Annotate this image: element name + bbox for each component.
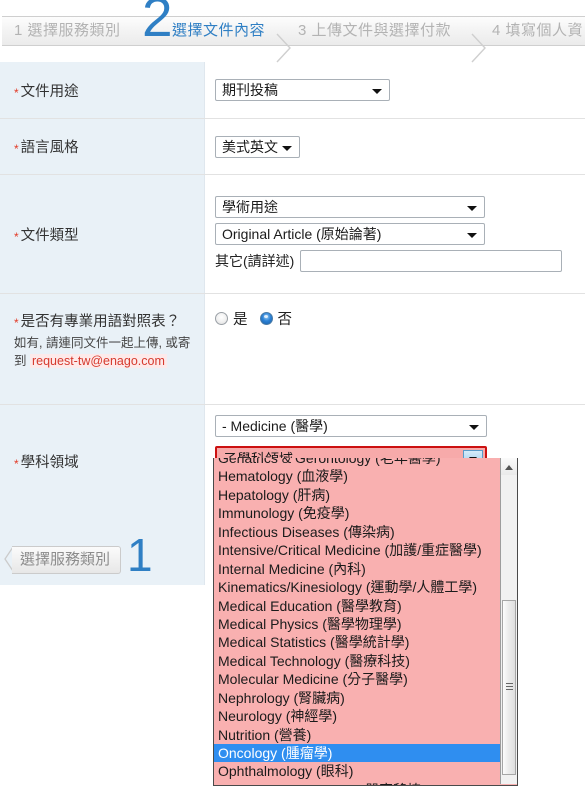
step-bar-track: 1 選擇服務類別 選擇文件內容 3 上傳文件與選擇付款 4 填寫個人資 [2,16,585,63]
required-asterisk-doc-type: * [14,229,19,244]
glossary-radio-yes-label: 是 [233,312,248,328]
step-1-number: 1 [14,22,23,39]
step-4-number: 4 [492,22,501,39]
label-glossary-text: 是否有專業用語對照表？ [20,314,181,330]
back-to-step-1-label: 選擇服務類別 [12,546,122,574]
dropdown-option[interactable]: Internal Medicine (內科) [214,560,502,578]
dropdown-option[interactable]: Neurology (神經學) [214,707,502,725]
step-2-number: 2 [142,0,173,48]
scrollbar-thumb[interactable] [502,600,516,775]
dropdown-option[interactable]: Medical Education (醫學教育) [214,597,502,615]
scroll-up-arrow-icon[interactable] [501,458,517,475]
dropdown-option[interactable]: Organ Transplantation (器官移植) [214,781,502,785]
glossary-radio-no-label: 否 [277,312,293,328]
step-4-label: 填寫個人資 [505,22,584,39]
glossary-email-link[interactable]: request-tw@enago.com [29,354,167,368]
form-row-glossary: * 是否有專業用語對照表？ 如有, 請連同文件一起上傳, 或寄 到 request… [0,294,585,405]
step-progress-bar: 1 選擇服務類別 選擇文件內容 3 上傳文件與選擇付款 4 填寫個人資 2 [0,0,585,63]
label-subject-text: 學科領域 [20,455,79,471]
subject-field-select[interactable]: - Medicine (醫學) [215,415,487,437]
required-asterisk-subject: * [14,457,19,471]
glossary-note-line1: 如有, 請連同文件一起上傳, 或寄 [14,336,191,350]
dropdown-option[interactable]: Medical Statistics (醫學統計學) [214,633,502,651]
step-item-1[interactable]: 1 選擇服務類別 [14,17,121,45]
dropdown-option[interactable]: Ophthalmology (眼科) [214,762,502,780]
dropdown-option[interactable]: Medical Technology (醫療科技) [214,652,502,670]
field-glossary: 是 否 [205,294,585,404]
radio-checked-icon[interactable] [259,312,273,325]
step-separator-chevron-3-4-icon [470,33,488,63]
dropdown-option[interactable]: Medical Physics (醫學物理學) [214,615,502,633]
field-language-style: 美式英文 [205,119,585,174]
step-item-3[interactable]: 3 上傳文件與選擇付款 [298,17,451,45]
dropdown-option[interactable]: Nephrology (腎臟病) [214,689,502,707]
subject-subfield-dropdown-list[interactable]: Geriatrics & Gerontology (老年醫學) Hematolog… [213,458,518,786]
step-1-label: 選擇服務類別 [27,22,121,39]
purpose-select[interactable]: 期刊投稿 [215,79,390,101]
form-row-purpose: * 文件用途 期刊投稿 [0,62,585,119]
glossary-note: 如有, 請連同文件一起上傳, 或寄 到 request-tw@enago.com [14,334,196,370]
label-doc-type-text: 文件類型 [20,227,79,244]
dropdown-option[interactable]: Geriatrics & Gerontology (老年醫學) [214,458,502,467]
dropdown-option[interactable]: Hepatology (肝病) [214,486,502,504]
dropdown-option[interactable]: Infectious Diseases (傳染病) [214,523,502,541]
form-row-language-style: * 語言風格 美式英文 [0,119,585,175]
doc-type-other-label: 其它(請詳述) [215,253,295,269]
language-style-select[interactable]: 美式英文 [215,135,300,158]
form-row-doc-type: * 文件類型 學術用途 Original Article (原始論著) 其它(請詳… [0,175,585,294]
doc-type-other-input[interactable] [300,250,563,272]
step-3-label: 上傳文件與選擇付款 [311,22,452,39]
back-to-step-1-button[interactable]: 1 選擇服務類別 [4,532,154,578]
dropdown-option[interactable]: Oncology (腫瘤學) [214,744,502,763]
field-purpose: 期刊投稿 [205,62,585,118]
label-language-style: * 語言風格 [0,119,205,174]
label-doc-type: * 文件類型 [0,175,205,293]
step-item-4[interactable]: 4 填寫個人資 [492,17,583,45]
step-2-label: 選擇文件內容 [172,22,266,39]
dropdown-scrollbar[interactable] [500,458,517,784]
dropdown-option[interactable]: Kinematics/Kinesiology (運動學/人體工學) [214,578,502,596]
step-3-number: 3 [298,22,307,39]
field-doc-type: 學術用途 Original Article (原始論著) 其它(請詳述) [205,175,585,293]
dropdown-option[interactable]: Hematology (血液學) [214,467,502,485]
glossary-note-line2-prefix: 到 [14,354,30,368]
doc-category-select[interactable]: 學術用途 [215,196,485,218]
label-purpose-text: 文件用途 [20,83,79,100]
required-asterisk-purpose: * [14,85,19,100]
step-item-2[interactable]: 選擇文件內容 [172,17,265,45]
dropdown-option[interactable]: Intensive/Critical Medicine (加護/重症醫學) [214,541,502,559]
required-asterisk-language-style: * [14,142,19,156]
radio-unchecked-icon[interactable] [215,312,228,325]
required-asterisk-glossary: * [14,316,19,330]
doc-type-select[interactable]: Original Article (原始論著) [215,223,485,245]
doc-type-other-group: 其它(請詳述) [215,250,585,272]
label-purpose: * 文件用途 [0,62,205,118]
glossary-radio-group: 是 否 [215,306,585,329]
glossary-radio-no[interactable]: 否 [259,308,293,329]
glossary-radio-yes[interactable]: 是 [215,308,248,329]
dropdown-option[interactable]: Immunology (免疫學) [214,504,502,522]
back-step-number: 1 [127,529,153,581]
label-language-style-text: 語言風格 [20,140,79,156]
subject-subfield-option-list: Geriatrics & Gerontology (老年醫學) Hematolog… [214,458,502,785]
step-separator-chevron-2-3-icon [275,33,293,63]
label-glossary: * 是否有專業用語對照表？ 如有, 請連同文件一起上傳, 或寄 到 request… [0,294,205,404]
dropdown-option[interactable]: Molecular Medicine (分子醫學) [214,670,502,688]
dropdown-option[interactable]: Nutrition (營養) [214,726,502,744]
